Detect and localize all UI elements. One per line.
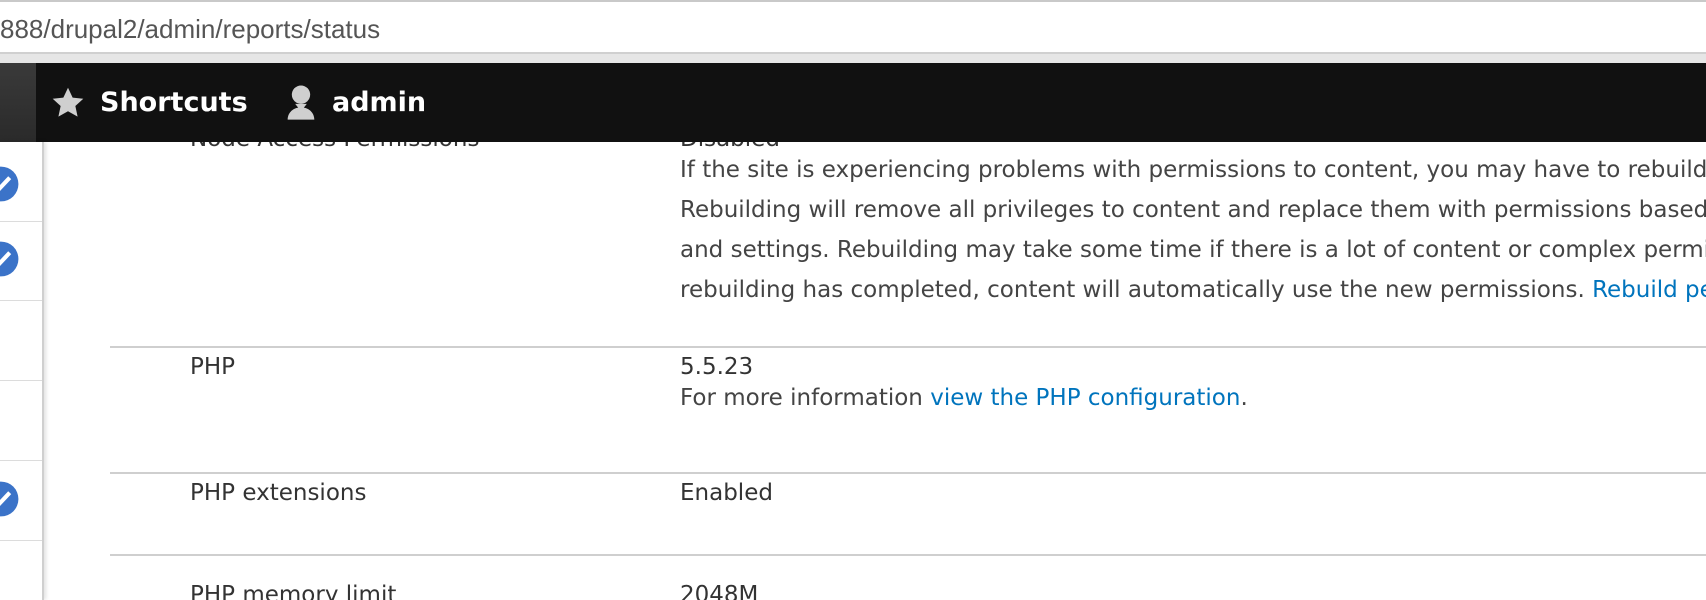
sidebar-divider xyxy=(0,380,42,381)
toolbar-manage-tab[interactable] xyxy=(0,63,36,142)
status-report-table: Node Access Permissions Disabled If the … xyxy=(44,142,1706,600)
rebuild-permissions-link[interactable]: Rebuild permissions xyxy=(1592,277,1706,303)
description-line: If the site is experiencing problems wit… xyxy=(680,157,1706,183)
admin-toolbar: Shortcuts admin xyxy=(0,63,1706,142)
sidebar-divider xyxy=(0,221,42,222)
description-line: Rebuilding will remove all privileges to… xyxy=(680,197,1706,223)
user-icon xyxy=(284,83,318,123)
shortcuts-label: Shortcuts xyxy=(100,87,248,118)
row-label: PHP extensions xyxy=(190,480,367,506)
row-divider xyxy=(110,554,1706,556)
browser-chrome-gap xyxy=(0,54,1706,63)
row-value: Enabled xyxy=(680,480,773,506)
sidebar-status-column xyxy=(0,142,44,600)
row-label: PHP xyxy=(190,354,236,380)
url-text[interactable]: 888/drupal2/admin/reports/status xyxy=(0,14,380,45)
row-divider xyxy=(110,346,1706,348)
row-divider xyxy=(110,472,1706,474)
toolbar-shortcuts[interactable]: Shortcuts xyxy=(50,63,248,142)
description-line: rebuilding has completed, content will a… xyxy=(680,270,1706,310)
sidebar-divider xyxy=(0,540,42,541)
php-configuration-link[interactable]: view the PHP configuration xyxy=(930,385,1240,411)
check-circle-icon xyxy=(0,481,19,517)
row-value: 5.5.23 xyxy=(680,354,754,380)
row-label: Node Access Permissions xyxy=(190,142,479,152)
sidebar-divider xyxy=(0,460,42,461)
description-text: For more information xyxy=(680,385,931,411)
description-line: and settings. Rebuilding may take some t… xyxy=(680,237,1706,263)
row-label: PHP memory limit xyxy=(190,582,397,600)
check-circle-icon xyxy=(0,166,19,202)
description-text: rebuilding has completed, content will a… xyxy=(680,277,1593,303)
browser-address-bar[interactable]: 888/drupal2/admin/reports/status xyxy=(0,0,1706,54)
row-description: If the site is experiencing problems wit… xyxy=(680,150,1706,310)
row-value: 2048M xyxy=(680,582,759,600)
star-icon xyxy=(50,85,86,121)
toolbar-user[interactable]: admin xyxy=(284,63,426,142)
sidebar-divider xyxy=(0,300,42,301)
user-label: admin xyxy=(332,87,427,118)
description-suffix: . xyxy=(1240,385,1248,411)
row-description: For more information view the PHP config… xyxy=(680,378,1706,418)
check-circle-icon xyxy=(0,241,19,277)
